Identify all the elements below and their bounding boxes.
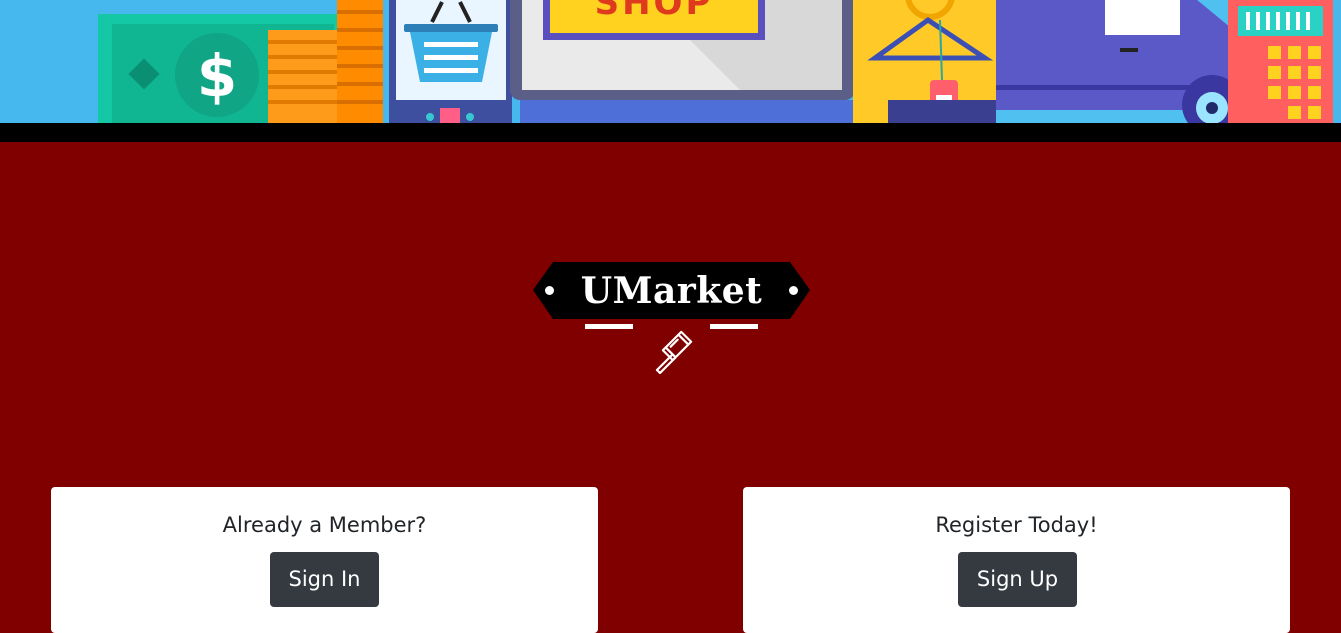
phone-basket-icon: [389, 0, 512, 123]
hanger-tag-icon: [853, 0, 996, 123]
header-banner: $ SHOP: [0, 0, 1341, 123]
laptop-shop-icon: SHOP: [510, 0, 888, 123]
svg-text:$: $: [197, 42, 237, 110]
register-card-heading: Register Today!: [935, 513, 1098, 537]
gavel-icon: [655, 330, 693, 374]
shopping-illustration: $ SHOP: [98, 0, 1333, 123]
umarket-logo: UMarket: [533, 262, 810, 382]
svg-text:SHOP: SHOP: [595, 0, 714, 23]
sign-in-button[interactable]: Sign In: [270, 552, 379, 607]
sign-up-button[interactable]: Sign Up: [958, 552, 1077, 607]
banner-divider: [0, 123, 1341, 142]
logo-underline-right: [710, 324, 758, 329]
logo-underline-left: [585, 324, 633, 329]
member-card: Already a Member? Sign In: [51, 487, 598, 633]
register-card: Register Today! Sign Up: [743, 487, 1290, 633]
calculator-icon: [1228, 0, 1333, 123]
member-card-heading: Already a Member?: [222, 513, 427, 537]
logo-title: UMarket: [580, 270, 763, 312]
